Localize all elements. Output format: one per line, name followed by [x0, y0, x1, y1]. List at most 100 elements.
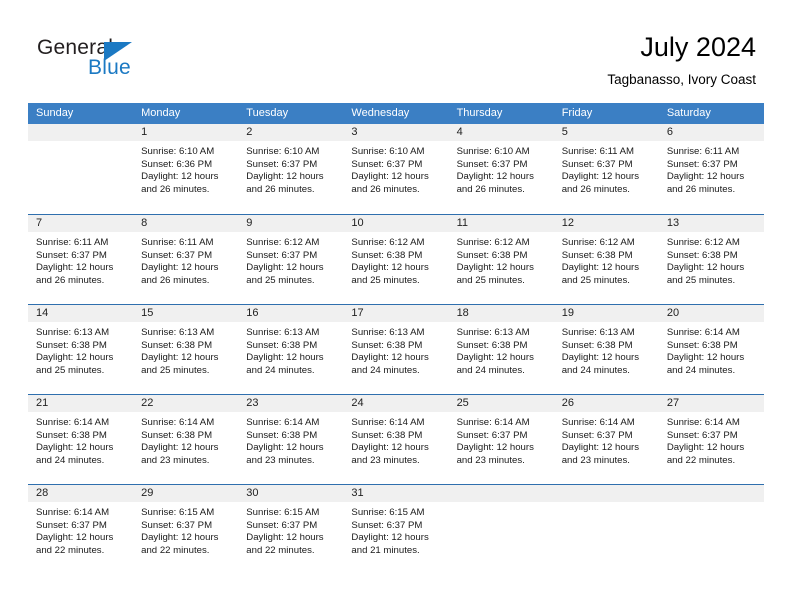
sunset-text: Sunset: 6:37 PM [666, 429, 738, 441]
calendar-day-cell[interactable]: 27 Sunrise: 6:14 AM Sunset: 6:37 PM Dayligh… [658, 395, 764, 484]
day-number [448, 485, 554, 502]
sunrise-text: Sunrise: 6:14 AM [666, 327, 740, 338]
calendar-day-cell[interactable]: 19 Sunrise: 6:13 AM Sunset: 6:38 PM Dayligh… [553, 305, 659, 394]
calendar-day-cell[interactable]: 30 Sunrise: 6:15 AM Sunset: 6:37 PM Dayligh… [238, 485, 344, 574]
calendar-day-cell[interactable]: 26 Sunrise: 6:14 AM Sunset: 6:37 PM Dayligh… [553, 395, 659, 484]
daylight-text-line2: and 26 minutes. [456, 183, 525, 195]
day-details: Sunrise: 6:14 AM Sunset: 6:37 PM Daylight:… [554, 412, 659, 467]
sunset-text: Sunset: 6:38 PM [36, 339, 107, 351]
daylight-text-line1: Daylight: 12 hours [561, 171, 640, 183]
day-details: Sunrise: 6:15 AM Sunset: 6:37 PM Daylight:… [238, 502, 343, 557]
sunset-text: Sunset: 6:38 PM [456, 249, 528, 261]
sunrise-text: Sunrise: 6:14 AM [351, 417, 425, 428]
weekday-header-wednesday: Wednesday [351, 107, 410, 119]
daylight-text-line2: and 23 minutes. [351, 454, 420, 466]
sunset-text: Sunset: 6:37 PM [36, 249, 107, 261]
calendar-day-cell[interactable]: 3 Sunrise: 6:10 AM Sunset: 6:37 PM Daylight… [343, 124, 449, 214]
daylight-text-line2: and 21 minutes. [351, 544, 420, 556]
daylight-text-line2: and 25 minutes. [561, 274, 630, 286]
day-number: 8 [133, 215, 239, 232]
calendar-week-row: 7 Sunrise: 6:11 AM Sunset: 6:37 PM Daylight… [28, 214, 764, 304]
calendar-day-cell[interactable]: 6 Sunrise: 6:11 AM Sunset: 6:37 PM Daylight… [658, 124, 764, 214]
calendar-day-cell[interactable]: 22 Sunrise: 6:14 AM Sunset: 6:38 PM Dayligh… [133, 395, 239, 484]
calendar-day-cell[interactable]: 5 Sunrise: 6:11 AM Sunset: 6:37 PM Daylight… [553, 124, 659, 214]
sunrise-text: Sunrise: 6:11 AM [36, 237, 109, 248]
sunset-text: Sunset: 6:38 PM [351, 249, 423, 261]
day-number: 26 [553, 395, 659, 412]
sunrise-text: Sunrise: 6:12 AM [456, 237, 530, 248]
sunset-text: Sunset: 6:37 PM [456, 158, 528, 170]
calendar-day-cell[interactable]: 31 Sunrise: 6:15 AM Sunset: 6:37 PM Dayligh… [343, 485, 449, 574]
daylight-text-line2: and 25 minutes. [36, 364, 105, 376]
calendar-day-cell[interactable]: 18 Sunrise: 6:13 AM Sunset: 6:38 PM Dayligh… [448, 305, 554, 394]
day-details: Sunrise: 6:10 AM Sunset: 6:37 PM Daylight:… [238, 141, 343, 196]
sunset-text: Sunset: 6:38 PM [561, 249, 633, 261]
sunrise-text: Sunrise: 6:11 AM [561, 146, 635, 157]
calendar-grid: Sunday Monday Tuesday Wednesday Thursday Frid… [28, 103, 764, 574]
calendar-day-cell[interactable]: 11 Sunrise: 6:12 AM Sunset: 6:38 PM Dayligh… [448, 215, 554, 304]
calendar-day-cell[interactable]: 8 Sunrise: 6:11 AM Sunset: 6:37 PM Daylight… [133, 215, 239, 304]
sunset-text: Sunset: 6:37 PM [351, 158, 423, 170]
sunset-text: Sunset: 6:37 PM [351, 519, 423, 531]
calendar-day-cell[interactable]: 20 Sunrise: 6:14 AM Sunset: 6:38 PM Dayligh… [658, 305, 764, 394]
calendar-day-cell[interactable]: 7 Sunrise: 6:11 AM Sunset: 6:37 PM Daylight… [28, 215, 134, 304]
daylight-text-line1: Daylight: 12 hours [666, 442, 745, 454]
day-number: 13 [658, 215, 764, 232]
day-details: Sunrise: 6:12 AM Sunset: 6:38 PM Daylight:… [659, 232, 764, 287]
sunrise-text: Sunrise: 6:14 AM [246, 417, 320, 428]
general-blue-logo[interactable]: General Blue [37, 36, 237, 86]
calendar-day-cell[interactable]: 12 Sunrise: 6:12 AM Sunset: 6:38 PM Dayligh… [553, 215, 659, 304]
day-number: 14 [28, 305, 134, 322]
sunset-text: Sunset: 6:38 PM [666, 249, 738, 261]
weekday-header-friday: Friday [561, 107, 593, 119]
sunrise-text: Sunrise: 6:13 AM [351, 327, 425, 338]
day-number: 10 [343, 215, 449, 232]
daylight-text-line2: and 24 minutes. [456, 364, 525, 376]
calendar-day-cell[interactable]: 17 Sunrise: 6:13 AM Sunset: 6:38 PM Dayligh… [343, 305, 449, 394]
daylight-text-line1: Daylight: 12 hours [246, 171, 324, 183]
daylight-text-line2: and 26 minutes. [246, 183, 315, 195]
calendar-day-cell[interactable]: 4 Sunrise: 6:10 AM Sunset: 6:37 PM Daylight… [448, 124, 554, 214]
calendar-day-cell[interactable]: 9 Sunrise: 6:12 AM Sunset: 6:37 PM Daylight… [238, 215, 344, 304]
day-number: 23 [238, 395, 344, 412]
daylight-text-line2: and 23 minutes. [561, 454, 630, 466]
calendar-day-cell[interactable]: 16 Sunrise: 6:13 AM Sunset: 6:38 PM Dayligh… [238, 305, 344, 394]
day-number: 9 [238, 215, 344, 232]
day-details: Sunrise: 6:10 AM Sunset: 6:37 PM Daylight:… [343, 141, 448, 196]
daylight-text-line1: Daylight: 12 hours [246, 442, 324, 454]
sunset-text: Sunset: 6:38 PM [246, 429, 318, 441]
calendar-day-cell[interactable]: 1 Sunrise: 6:10 AM Sunset: 6:36 PM Daylight… [133, 124, 239, 214]
page-subtitle: Tagbanasso, Ivory Coast [607, 72, 756, 87]
calendar-day-cell[interactable]: 2 Sunrise: 6:10 AM Sunset: 6:37 PM Daylight… [238, 124, 344, 214]
sunset-text: Sunset: 6:37 PM [561, 158, 633, 170]
day-number: 17 [343, 305, 449, 322]
daylight-text-line1: Daylight: 12 hours [36, 262, 114, 274]
calendar-day-cell[interactable]: 14 Sunrise: 6:13 AM Sunset: 6:38 PM Dayligh… [28, 305, 134, 394]
calendar-day-cell[interactable]: 24 Sunrise: 6:14 AM Sunset: 6:38 PM Dayligh… [343, 395, 449, 484]
daylight-text-line2: and 24 minutes. [36, 454, 105, 466]
daylight-text-line1: Daylight: 12 hours [456, 171, 534, 183]
calendar-day-cell[interactable]: 29 Sunrise: 6:15 AM Sunset: 6:37 PM Dayligh… [133, 485, 239, 574]
day-number: 19 [553, 305, 659, 322]
calendar-day-cell[interactable]: 15 Sunrise: 6:13 AM Sunset: 6:38 PM Dayligh… [133, 305, 239, 394]
calendar-day-cell[interactable]: 21 Sunrise: 6:14 AM Sunset: 6:38 PM Dayligh… [28, 395, 134, 484]
sunrise-text: Sunrise: 6:13 AM [36, 327, 110, 338]
daylight-text-line2: and 26 minutes. [561, 183, 630, 195]
day-details: Sunrise: 6:14 AM Sunset: 6:37 PM Daylight:… [28, 502, 133, 557]
day-number: 5 [553, 124, 659, 141]
calendar-day-cell[interactable]: 25 Sunrise: 6:14 AM Sunset: 6:37 PM Dayligh… [448, 395, 554, 484]
daylight-text-line2: and 22 minutes. [141, 544, 210, 556]
calendar-day-cell[interactable]: 23 Sunrise: 6:14 AM Sunset: 6:38 PM Dayligh… [238, 395, 344, 484]
calendar-day-cell-empty [553, 485, 659, 574]
day-number: 4 [448, 124, 554, 141]
calendar-day-cell[interactable]: 28 Sunrise: 6:14 AM Sunset: 6:37 PM Dayligh… [28, 485, 134, 574]
daylight-text-line1: Daylight: 12 hours [141, 532, 219, 544]
calendar-day-cell-empty [28, 124, 134, 214]
calendar-day-cell[interactable]: 13 Sunrise: 6:12 AM Sunset: 6:38 PM Dayligh… [658, 215, 764, 304]
daylight-text-line1: Daylight: 12 hours [141, 442, 219, 454]
day-number: 31 [343, 485, 449, 502]
daylight-text-line1: Daylight: 12 hours [666, 171, 745, 183]
daylight-text-line1: Daylight: 12 hours [141, 262, 219, 274]
calendar-day-cell[interactable]: 10 Sunrise: 6:12 AM Sunset: 6:38 PM Dayligh… [343, 215, 449, 304]
day-number: 24 [343, 395, 449, 412]
